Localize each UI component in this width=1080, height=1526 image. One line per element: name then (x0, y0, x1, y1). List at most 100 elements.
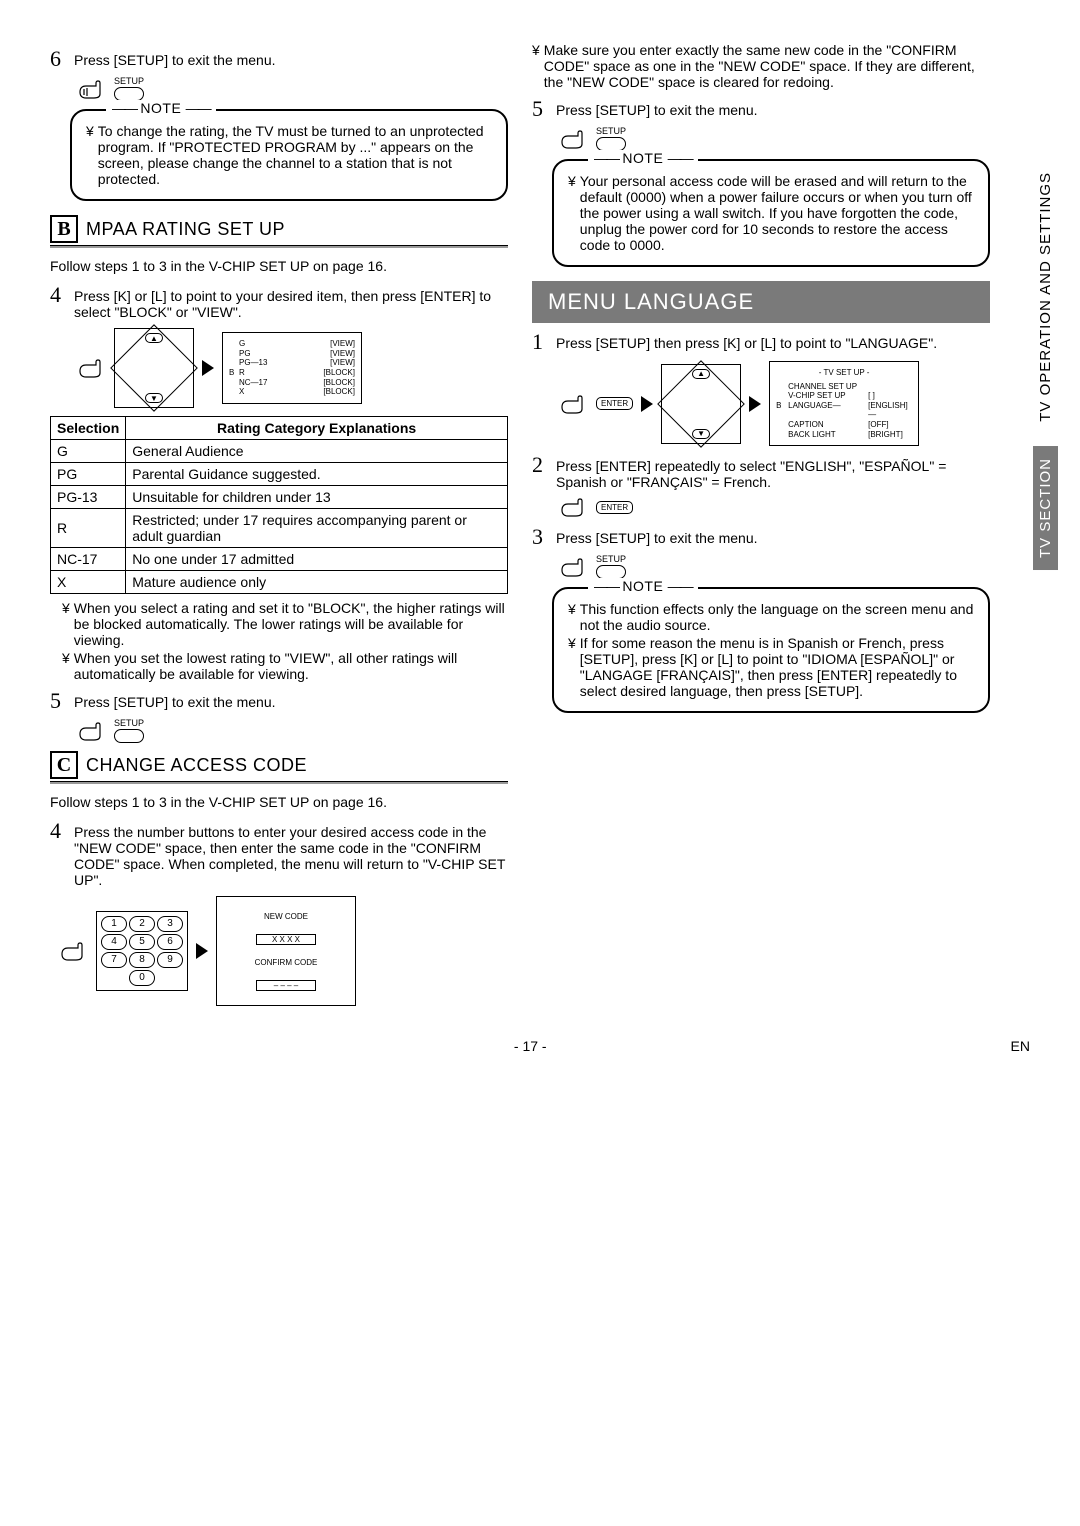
rating-screen: G[VIEW]PG[VIEW]PG—13[VIEW]BR[BLOCK]NC—17… (222, 332, 362, 404)
step-5b: 5 Press [SETUP] to exit the menu. (50, 690, 508, 712)
bullet-icon: ¥ (532, 42, 540, 90)
step-6: 6 Press [SETUP] to exit the menu. (50, 48, 508, 70)
diagram-row-ratings: ▲ ▼ G[VIEW]PG[VIEW]PG—13[VIEW]BR[BLOCK]N… (78, 328, 508, 408)
note-title: —— NOTE —— (588, 578, 698, 594)
note-box-2: —— NOTE —— ¥ Your personal access code w… (552, 159, 990, 267)
step-num: 1 (532, 331, 550, 353)
numeric-keypad-icon: 1234567890 (96, 911, 188, 991)
table-header-explain: Rating Category Explanations (126, 417, 508, 440)
remote-dpad-icon: ▲ ▼ (114, 328, 194, 408)
hand-setup-row: SETUP (78, 718, 508, 743)
setup-label: SETUP (114, 718, 144, 728)
enter-button-icon: ENTER (596, 501, 633, 514)
keypad-key: 3 (157, 916, 183, 932)
step-2m: 2 Press [ENTER] repeatedly to select "EN… (532, 454, 990, 490)
setup-label: SETUP (596, 554, 626, 564)
diagram-row-language: ENTER ▲ ▼ - TV SET UP -CHANNEL SET UPV-C… (560, 361, 990, 446)
bullet-top: ¥ Make sure you enter exactly the same n… (532, 42, 990, 90)
step-text: Press [SETUP] to exit the menu. (74, 48, 508, 68)
table-row: GGeneral Audience (51, 440, 508, 463)
pointing-hand-icon (78, 78, 106, 100)
pointing-hand-icon (78, 720, 106, 742)
section-letter: B (50, 215, 78, 243)
keypad-key: 0 (129, 970, 155, 986)
setup-button-icon (596, 565, 626, 579)
step-num: 6 (50, 48, 68, 70)
step-text: Press [ENTER] repeatedly to select "ENGL… (556, 454, 990, 490)
step-text: Press [K] or [L] to point to your desire… (74, 284, 508, 320)
bullet-icon: ¥ (568, 635, 576, 699)
rating-screen-row: NC—17[BLOCK] (229, 378, 355, 388)
arrow-right-icon (641, 396, 653, 412)
note-text: Your personal access code will be erased… (580, 173, 976, 253)
keypad-key: 9 (157, 952, 183, 968)
section-underline (50, 245, 508, 248)
pointing-hand-icon (560, 393, 588, 415)
hand-setup-row: SETUP (78, 76, 508, 101)
section-c-header: C CHANGE ACCESS CODE (50, 751, 508, 779)
step-5r: 5 Press [SETUP] to exit the menu. (532, 98, 990, 120)
keypad-row: 1234567890 NEW CODE X X X X CONFIRM CODE… (60, 896, 508, 1006)
table-row: XMature audience only (51, 571, 508, 594)
rating-table: Selection Rating Category Explanations G… (50, 416, 508, 594)
step-num: 5 (50, 690, 68, 712)
arrow-right-icon (196, 943, 208, 959)
follow-text-b: Follow steps 1 to 3 in the V-CHIP SET UP… (50, 258, 508, 274)
setup-button-icon (114, 729, 144, 743)
code-screen: NEW CODE X X X X CONFIRM CODE – – – – (216, 896, 356, 1006)
step-num: 4 (50, 820, 68, 842)
setup-label: SETUP (114, 76, 144, 86)
bullet-icon: ¥ (62, 600, 70, 648)
step-text: Press [SETUP] to exit the menu. (556, 526, 990, 546)
tv-setup-screen: - TV SET UP -CHANNEL SET UPV-CHIP SET UP… (769, 361, 919, 446)
note-title: —— NOTE —— (588, 150, 698, 166)
step-3m: 3 Press [SETUP] to exit the menu. (532, 526, 990, 548)
follow-text-c: Follow steps 1 to 3 in the V-CHIP SET UP… (50, 794, 508, 810)
rating-screen-row: BR[BLOCK] (229, 368, 355, 378)
step-4c: 4 Press the number buttons to enter your… (50, 820, 508, 888)
step-num: 5 (532, 98, 550, 120)
note-box-3: —— NOTE —— ¥ This function effects only … (552, 587, 990, 713)
new-code-label: NEW CODE (264, 912, 308, 921)
tv-menu-line: CAPTION[OFF] (776, 420, 912, 430)
pointing-hand-icon (78, 357, 106, 379)
keypad-key: 7 (101, 952, 127, 968)
section-title: CHANGE ACCESS CODE (86, 755, 307, 776)
bullet-b1: ¥ When you select a rating and set it to… (62, 600, 508, 648)
table-header-selection: Selection (51, 417, 126, 440)
pointing-hand-icon (560, 556, 588, 578)
confirm-code-label: CONFIRM CODE (255, 958, 318, 967)
keypad-key: 2 (129, 916, 155, 932)
table-row: PG-13Unsuitable for children under 13 (51, 486, 508, 509)
setup-button-icon (596, 137, 626, 151)
remote-dpad-icon: ▲ ▼ (661, 364, 741, 444)
pointing-hand-icon (560, 496, 588, 518)
bullet-icon: ¥ (568, 601, 576, 633)
tv-menu-title: - TV SET UP - (776, 368, 912, 378)
bullet-icon: ¥ (86, 123, 94, 187)
step-text: Press [SETUP] to exit the menu. (74, 690, 508, 710)
step-text: Press [SETUP] then press [K] or [L] to p… (556, 331, 990, 351)
note-text: To change the rating, the TV must be tur… (98, 123, 494, 187)
pointing-hand-icon (60, 940, 88, 962)
page-number: - 17 - (514, 1038, 547, 1054)
note-text: This function effects only the language … (580, 601, 976, 633)
note-box-1: —— NOTE —— ¥ To change the rating, the T… (70, 109, 508, 201)
section-underline (50, 781, 508, 784)
bullet-icon: ¥ (62, 650, 70, 682)
tv-menu-line: BLANGUAGE—[ENGLISH]— (776, 401, 912, 420)
bullet-b2: ¥ When you set the lowest rating to "VIE… (62, 650, 508, 682)
hand-enter-row: ENTER (560, 496, 990, 518)
note-title: —— NOTE —— (106, 100, 216, 116)
arrow-right-icon (202, 360, 214, 376)
pointing-hand-icon (560, 128, 588, 150)
confirm-code-field: – – – – (256, 980, 316, 991)
step-num: 3 (532, 526, 550, 548)
tv-menu-line: CHANNEL SET UP (776, 382, 912, 392)
section-title: MPAA RATING SET UP (86, 219, 285, 240)
side-tab-tvsection: TV SECTION (1033, 446, 1058, 570)
step-num: 4 (50, 284, 68, 306)
side-tab-operation: TV OPERATION AND SETTINGS (1033, 160, 1058, 434)
table-row: NC-17No one under 17 admitted (51, 548, 508, 571)
left-column: 6 Press [SETUP] to exit the menu. SETUP … (50, 40, 508, 1014)
